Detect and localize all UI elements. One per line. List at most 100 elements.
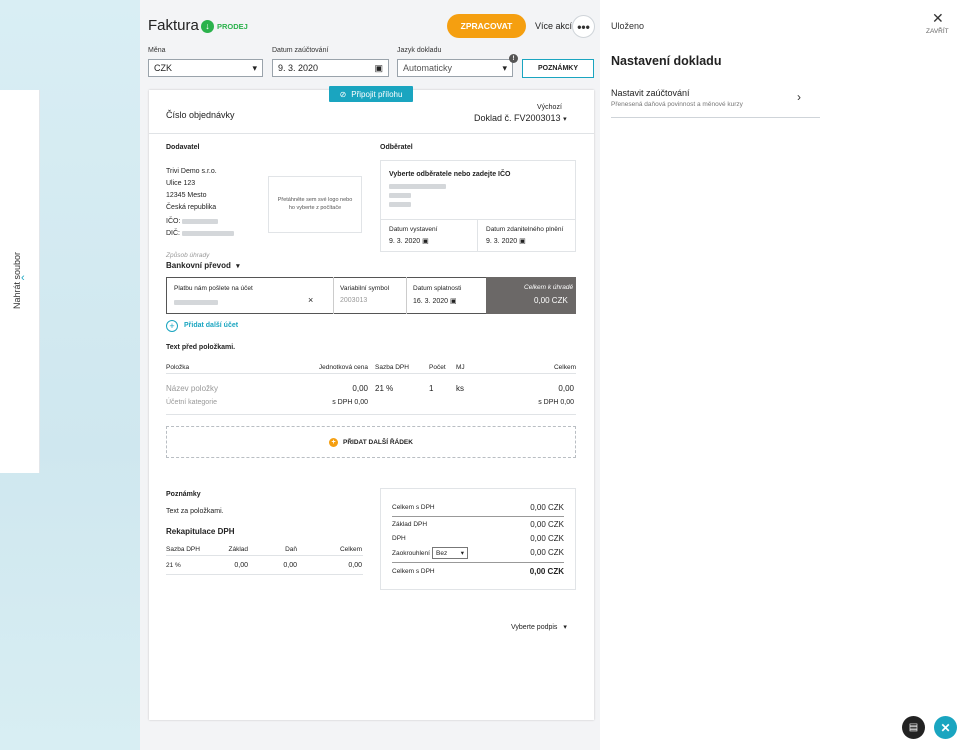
item-unit-input[interactable]: ks	[456, 384, 464, 393]
notes-text[interactable]: Text za položkami.	[166, 508, 224, 515]
posting-settings-title: Nastavit zaúčtování	[611, 88, 690, 98]
help-icon[interactable]: ✕	[934, 716, 957, 739]
due-date-label: Datum splatnosti	[413, 285, 462, 292]
divider	[149, 133, 594, 134]
sum-rounding: 0,00 CZK	[530, 548, 564, 557]
chevron-left-icon[interactable]: ‹	[21, 272, 25, 284]
attach-button[interactable]: ⊘ Připojit přílohu	[329, 86, 413, 102]
language-select[interactable]: Automaticky ▾	[397, 59, 513, 77]
item-total: 0,00	[558, 384, 574, 393]
calendar-icon[interactable]: ▣	[450, 298, 457, 305]
variable-symbol-label: Variabilní symbol	[340, 285, 390, 292]
page-title: Faktura	[148, 17, 199, 34]
close-label[interactable]: ZAVŘÍT	[926, 28, 949, 35]
tax-date-input[interactable]: 9. 3. 2020 ▣	[486, 237, 526, 245]
sum-total: 0,00 CZK	[529, 567, 564, 576]
chat-icon[interactable]: ▤	[902, 716, 925, 739]
posting-settings-subtitle: Přenesená daňová povinnost a měnové kurz…	[611, 101, 743, 108]
document-type-badge: PRODEJ	[217, 22, 248, 31]
recap-col-rate: Sazba DPH	[166, 546, 200, 553]
divider	[611, 117, 820, 118]
divider	[392, 516, 564, 517]
attach-label: Připojit přílohu	[351, 89, 403, 99]
process-button[interactable]: ZPRACOVAT	[447, 14, 526, 38]
supplier-city: 12345 Mesto	[166, 192, 207, 199]
payment-method-select[interactable]: Bankovní převod ▾	[166, 261, 240, 270]
order-number-label[interactable]: Číslo objednávky	[166, 110, 235, 120]
signature-select[interactable]: Vyberte podpis ▾	[511, 623, 567, 631]
posting-date-value: 9. 3. 2020	[278, 63, 319, 73]
total-due-value: 0,00 CZK	[534, 296, 568, 305]
vat-recap-heading: Rekapitulace DPH	[166, 527, 235, 536]
issue-date-input[interactable]: 9. 3. 2020 ▣	[389, 237, 429, 245]
recap-base: 0,00	[234, 562, 248, 569]
rounding-select[interactable]: Bez ▾	[432, 547, 468, 559]
add-row-button[interactable]: + PŘIDAT DALŠÍ ŘÁDEK	[166, 426, 576, 458]
divider	[166, 373, 576, 374]
close-icon[interactable]: ✕	[932, 10, 944, 27]
payment-method-value: Bankovní převod	[166, 261, 231, 270]
signature-label: Vyberte podpis	[511, 624, 558, 631]
text-before-items[interactable]: Text před položkami.	[166, 344, 235, 351]
posting-settings-item[interactable]: Nastavit zaúčtování Přenesená daňová pov…	[611, 88, 820, 118]
notes-heading: Poznámky	[166, 491, 201, 498]
variable-symbol-input[interactable]: 2003013	[340, 297, 367, 304]
logo-dropzone[interactable]: Přetáhněte sem své logo nebo ho vyberte …	[268, 176, 362, 233]
sum-without-vat: 0,00 CZK	[530, 503, 564, 512]
supplier-ico: IČO:	[166, 218, 219, 225]
recap-total: 0,00	[348, 562, 362, 569]
divider	[406, 277, 407, 314]
more-actions-label[interactable]: Více akcí	[535, 21, 572, 31]
upload-label[interactable]: Nahrát soubor	[2, 250, 32, 310]
item-price-input[interactable]: 0,00	[318, 384, 368, 393]
notes-button[interactable]: POZNÁMKY	[522, 59, 594, 78]
sum-base: 0,00 CZK	[530, 520, 564, 529]
recap-col-base: Základ	[228, 546, 248, 553]
chevron-down-icon: ▾	[563, 116, 567, 123]
recap-col-total: Celkem	[339, 546, 362, 553]
currency-select[interactable]: CZK ▾	[148, 59, 263, 77]
item-qty-input[interactable]: 1	[429, 384, 433, 393]
item-name-input[interactable]: Název položky	[166, 384, 218, 393]
posting-date-input[interactable]: 9. 3. 2020 ▣	[272, 59, 389, 77]
sum-vat: 0,00 CZK	[530, 534, 564, 543]
recap-tax: 0,00	[283, 562, 297, 569]
more-dots-icon[interactable]: •••	[572, 15, 595, 38]
supplier-street: Ulice 123	[166, 180, 196, 187]
due-date-input[interactable]: 16. 3. 2020 ▣	[413, 297, 457, 305]
calendar-icon[interactable]: ▣	[374, 63, 383, 74]
customer-placeholder-lines	[389, 184, 446, 207]
divider	[166, 574, 363, 575]
paperclip-icon: ⊘	[339, 89, 347, 99]
calendar-icon[interactable]: ▣	[422, 238, 429, 245]
calendar-icon[interactable]: ▣	[519, 238, 526, 245]
chevron-right-icon[interactable]: ›	[797, 90, 801, 104]
supplier-heading: Dodavatel	[166, 144, 200, 151]
clear-account-icon[interactable]: ×	[308, 295, 313, 305]
col-unit: MJ	[456, 364, 465, 371]
plus-icon: +	[329, 437, 339, 447]
total-due-label: Celkem k úhradě	[524, 284, 574, 291]
supplier-address[interactable]: Trivi Demo s.r.o. Ulice 123 12345 Mesto …	[166, 166, 217, 214]
info-icon[interactable]: !	[509, 54, 518, 63]
divider	[333, 277, 334, 314]
sum-rounding-label: Zaokrouhlení	[392, 550, 430, 557]
customer-hint[interactable]: Vyberte odběratele nebo zadejte IČO	[389, 171, 511, 178]
document-number[interactable]: Doklad č. FV2003013 ▾	[474, 113, 567, 123]
recap-col-tax: Daň	[285, 546, 297, 553]
tax-date-value: 9. 3. 2020	[486, 238, 518, 245]
chevron-down-icon: ▾	[236, 263, 240, 270]
divider	[166, 555, 363, 556]
download-arrow-icon: ↓	[201, 20, 214, 33]
sum-vat-label: DPH	[392, 535, 406, 542]
plus-icon[interactable]: +	[166, 320, 178, 332]
add-account-link[interactable]: Přidat další účet	[184, 322, 238, 329]
series-label: Výchozí	[537, 104, 562, 111]
item-vat-select[interactable]: 21 %	[375, 384, 393, 393]
item-category-select[interactable]: Účetní kategorie	[166, 399, 217, 406]
bank-account-value[interactable]	[174, 297, 218, 307]
recap-rate: 21 %	[166, 562, 181, 569]
divider	[381, 219, 575, 220]
tax-date-label: Datum zdanitelného plnění	[486, 226, 564, 233]
settings-heading: Nastavení dokladu	[611, 54, 722, 68]
